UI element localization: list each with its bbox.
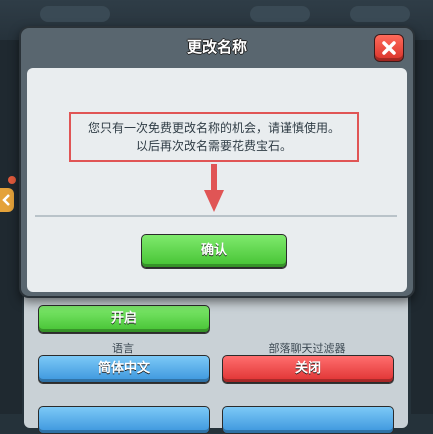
notification-dot — [8, 176, 16, 184]
rename-dialog: 更改名称 您只有一次免费更改名称的机会，请谨慎使用。 以后再次改名需要花费宝石。… — [19, 26, 415, 298]
settings-button-partial[interactable] — [38, 406, 210, 434]
dialog-title: 更改名称 — [186, 38, 247, 56]
language-label: 语言 — [112, 342, 134, 355]
settings-panel: 开启 语言 部落聊天过滤器 简体中文 关闭 — [24, 288, 408, 434]
language-button[interactable]: 简体中文 — [38, 355, 210, 383]
hud-resource-bar — [250, 6, 310, 22]
message-line: 以后再次改名需要花费宝石。 — [135, 139, 292, 153]
clan-chat-filter-label: 部落聊天过滤器 — [268, 342, 346, 355]
close-icon — [382, 41, 396, 55]
hud-resource-bar — [40, 6, 110, 22]
divider — [35, 215, 397, 217]
message-highlight-box: 您只有一次免费更改名称的机会，请谨慎使用。 以后再次改名需要花费宝石。 — [69, 112, 359, 162]
confirm-button[interactable]: 确认 — [141, 234, 287, 268]
toggle-on-button[interactable]: 开启 — [38, 305, 210, 333]
chevron-left-icon — [2, 194, 10, 206]
arrow-down-icon — [204, 164, 224, 212]
hud-resource-bar — [350, 6, 410, 22]
message-line: 您只有一次免费更改名称的机会，请谨慎使用。 — [87, 121, 340, 135]
dialog-body: 您只有一次免费更改名称的机会，请谨慎使用。 以后再次改名需要花费宝石。 确认 — [27, 68, 407, 292]
chat-filter-off-button[interactable]: 关闭 — [222, 355, 394, 383]
side-panel-toggle[interactable] — [0, 188, 14, 212]
settings-button-partial[interactable] — [222, 406, 394, 434]
close-button[interactable] — [374, 34, 404, 62]
